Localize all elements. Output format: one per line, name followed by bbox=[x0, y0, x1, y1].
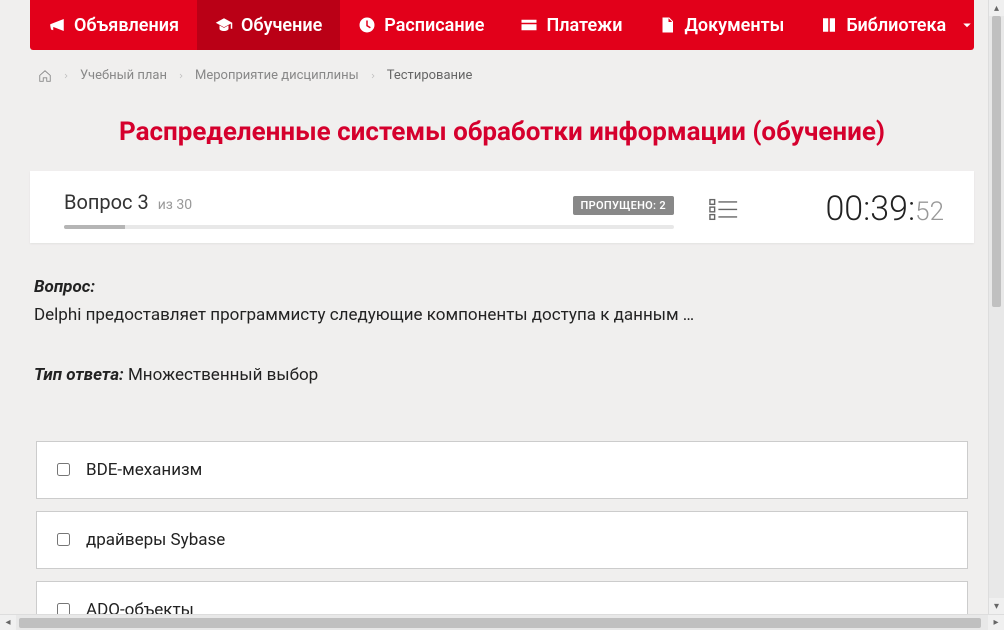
scroll-track[interactable] bbox=[16, 615, 988, 630]
credit-card-icon bbox=[520, 16, 538, 34]
clock-icon bbox=[358, 16, 376, 34]
breadcrumb: Учебный план Мероприятие дисциплины Тест… bbox=[30, 50, 974, 89]
breadcrumb-testing: Тестирование bbox=[387, 68, 473, 83]
main-content: Объявления Обучение Расписание Платежи bbox=[0, 0, 1004, 614]
vertical-scrollbar[interactable]: ▴ ▾ bbox=[988, 0, 1004, 614]
scroll-left-arrow-icon[interactable]: ◂ bbox=[0, 615, 16, 630]
horizontal-scrollbar[interactable]: ◂ ▸ bbox=[0, 614, 1004, 630]
option-row[interactable]: драйверы Sybase bbox=[36, 511, 968, 569]
option-text: драйверы Sybase bbox=[86, 530, 225, 550]
question-current: 3 bbox=[137, 190, 148, 214]
nav-schedule[interactable]: Расписание bbox=[340, 0, 502, 50]
chevron-right-icon bbox=[177, 72, 185, 80]
question-counter: Вопрос 3 из 30 bbox=[64, 190, 192, 214]
option-checkbox[interactable] bbox=[57, 603, 70, 614]
megaphone-icon bbox=[48, 16, 66, 34]
document-icon bbox=[658, 16, 676, 34]
nav-library[interactable]: Библиотека bbox=[802, 0, 994, 50]
nav-label: Расписание bbox=[384, 15, 484, 36]
option-row[interactable]: BDE-механизм bbox=[36, 441, 968, 499]
question-of: из bbox=[158, 197, 173, 213]
nav-label: Объявления bbox=[74, 15, 179, 36]
option-row[interactable]: ADO-объекты bbox=[36, 581, 968, 615]
progress-bar bbox=[64, 225, 674, 229]
chevron-right-icon bbox=[369, 72, 377, 80]
nav-learning[interactable]: Обучение bbox=[197, 0, 340, 50]
question-block: Вопрос: Delphi предоставляет программист… bbox=[30, 243, 974, 385]
nav-announcements[interactable]: Объявления bbox=[30, 0, 197, 50]
page-title: Распределенные системы обработки информа… bbox=[30, 117, 974, 147]
nav-label: Документы bbox=[684, 15, 784, 36]
chevron-right-icon bbox=[62, 72, 70, 80]
nav-label: Обучение bbox=[241, 15, 322, 36]
list-icon bbox=[709, 197, 739, 221]
skipped-count: 2 bbox=[659, 199, 666, 212]
grad-cap-icon bbox=[215, 16, 233, 34]
option-text: BDE-механизм bbox=[86, 460, 202, 480]
nav-payments[interactable]: Платежи bbox=[502, 0, 640, 50]
timer-main: 00:39: bbox=[825, 189, 915, 229]
breadcrumb-study-plan[interactable]: Учебный план bbox=[80, 68, 167, 83]
question-label: Вопрос: bbox=[34, 277, 970, 297]
question-word: Вопрос bbox=[64, 190, 133, 214]
home-icon[interactable] bbox=[38, 69, 52, 83]
nav-label: Библиотека bbox=[846, 15, 946, 36]
nav-documents[interactable]: Документы bbox=[640, 0, 802, 50]
question-text: Delphi предоставляет программисту следую… bbox=[34, 303, 970, 329]
answer-type: Тип ответа: Множественный выбор bbox=[34, 365, 970, 385]
scroll-up-arrow-icon[interactable]: ▴ bbox=[989, 0, 1004, 16]
answer-type-value: Множественный выбор bbox=[128, 365, 318, 385]
question-list-button[interactable] bbox=[704, 197, 744, 221]
answer-type-label: Тип ответа: bbox=[34, 365, 124, 385]
scroll-right-arrow-icon[interactable]: ▸ bbox=[988, 615, 1004, 630]
scroll-down-arrow-icon[interactable]: ▾ bbox=[989, 598, 1004, 614]
book-icon bbox=[820, 16, 838, 34]
question-total: 30 bbox=[176, 197, 192, 213]
progress-fill bbox=[64, 225, 125, 229]
skipped-badge: ПРОПУЩЕНО: 2 bbox=[573, 196, 674, 215]
chevron-down-icon bbox=[958, 16, 976, 34]
option-checkbox[interactable] bbox=[57, 533, 70, 546]
option-text: ADO-объекты bbox=[86, 600, 194, 615]
timer: 00:39:52 bbox=[774, 189, 944, 229]
scroll-thumb[interactable] bbox=[992, 16, 1001, 307]
progress-column: Вопрос 3 из 30 ПРОПУЩЕНО: 2 bbox=[64, 190, 674, 229]
scroll-thumb[interactable] bbox=[19, 618, 981, 628]
scroll-track[interactable] bbox=[989, 16, 1004, 598]
skipped-label: ПРОПУЩЕНО: bbox=[581, 199, 657, 212]
top-nav: Объявления Обучение Расписание Платежи bbox=[30, 0, 974, 50]
options-list: BDE-механизм драйверы Sybase ADO-объекты bbox=[30, 441, 974, 615]
timer-seconds: 52 bbox=[915, 197, 944, 227]
progress-panel: Вопрос 3 из 30 ПРОПУЩЕНО: 2 bbox=[30, 171, 974, 243]
option-checkbox[interactable] bbox=[57, 463, 70, 476]
nav-label: Платежи bbox=[546, 15, 622, 36]
breadcrumb-discipline-event[interactable]: Мероприятие дисциплины bbox=[195, 68, 359, 83]
